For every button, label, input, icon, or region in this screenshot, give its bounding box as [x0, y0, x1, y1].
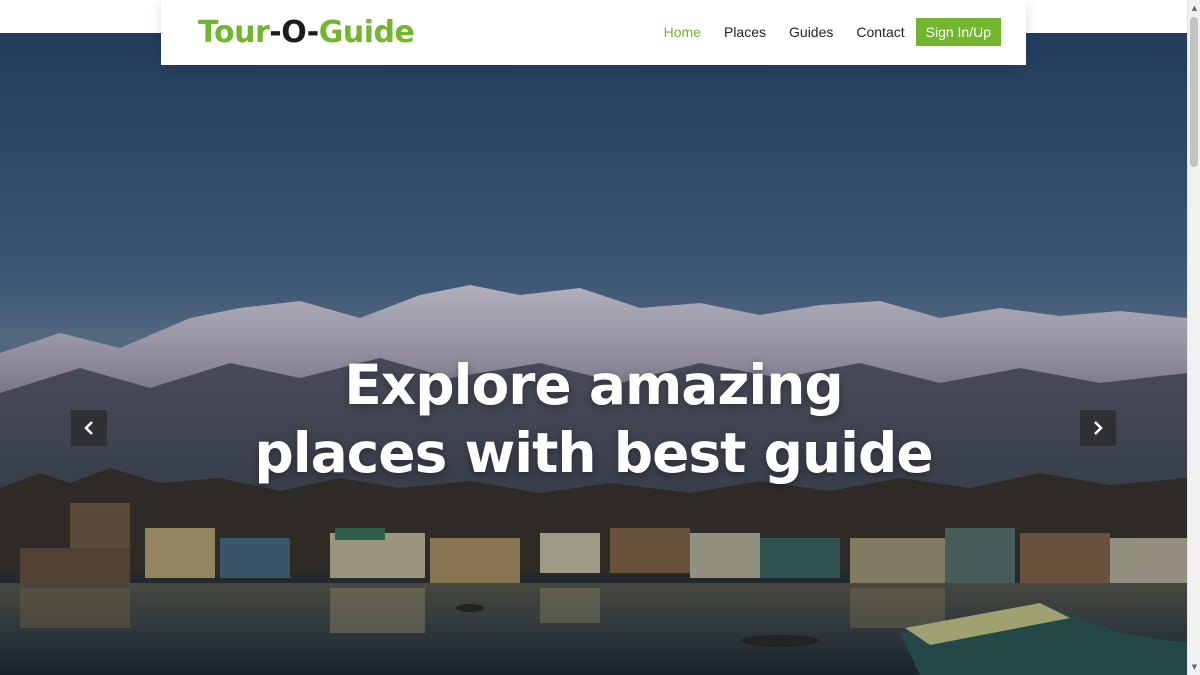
- signin-button[interactable]: Sign In/Up: [915, 18, 1001, 46]
- hero-title-line1: Explore amazing: [344, 353, 844, 417]
- nav-menu: Home Places Guides Contact Sign In/Up: [641, 18, 1001, 46]
- nav-home[interactable]: Home: [664, 24, 701, 40]
- hero-title-line2: places with best guide: [254, 421, 933, 485]
- brand-part3: Guide: [318, 15, 415, 50]
- scroll-up-arrow-icon[interactable]: ▲: [1188, 2, 1200, 14]
- hero-title: Explore amazing places with best guide: [0, 351, 1187, 487]
- hero-carousel: Explore amazing places with best guide: [0, 33, 1187, 675]
- nav-contact[interactable]: Contact: [856, 24, 904, 40]
- carousel-next-button[interactable]: [1080, 410, 1116, 446]
- brand-logo[interactable]: Tour-O-Guide: [198, 14, 415, 52]
- page-scrollbar[interactable]: ▲ ▼: [1187, 0, 1200, 675]
- chevron-right-icon: [1094, 421, 1103, 435]
- brand-sep2: -: [306, 15, 319, 50]
- navbar: Tour-O-Guide Home Places Guides Contact …: [161, 0, 1026, 65]
- scroll-down-arrow-icon[interactable]: ▼: [1188, 661, 1200, 673]
- carousel-prev-button[interactable]: [71, 410, 107, 446]
- brand-sep1: -: [269, 15, 282, 50]
- brand-part1: Tour: [198, 15, 270, 50]
- chevron-left-icon: [84, 421, 93, 435]
- nav-places[interactable]: Places: [724, 24, 766, 40]
- scroll-thumb[interactable]: [1190, 17, 1198, 167]
- brand-part2: O: [281, 15, 307, 50]
- nav-guides[interactable]: Guides: [789, 24, 833, 40]
